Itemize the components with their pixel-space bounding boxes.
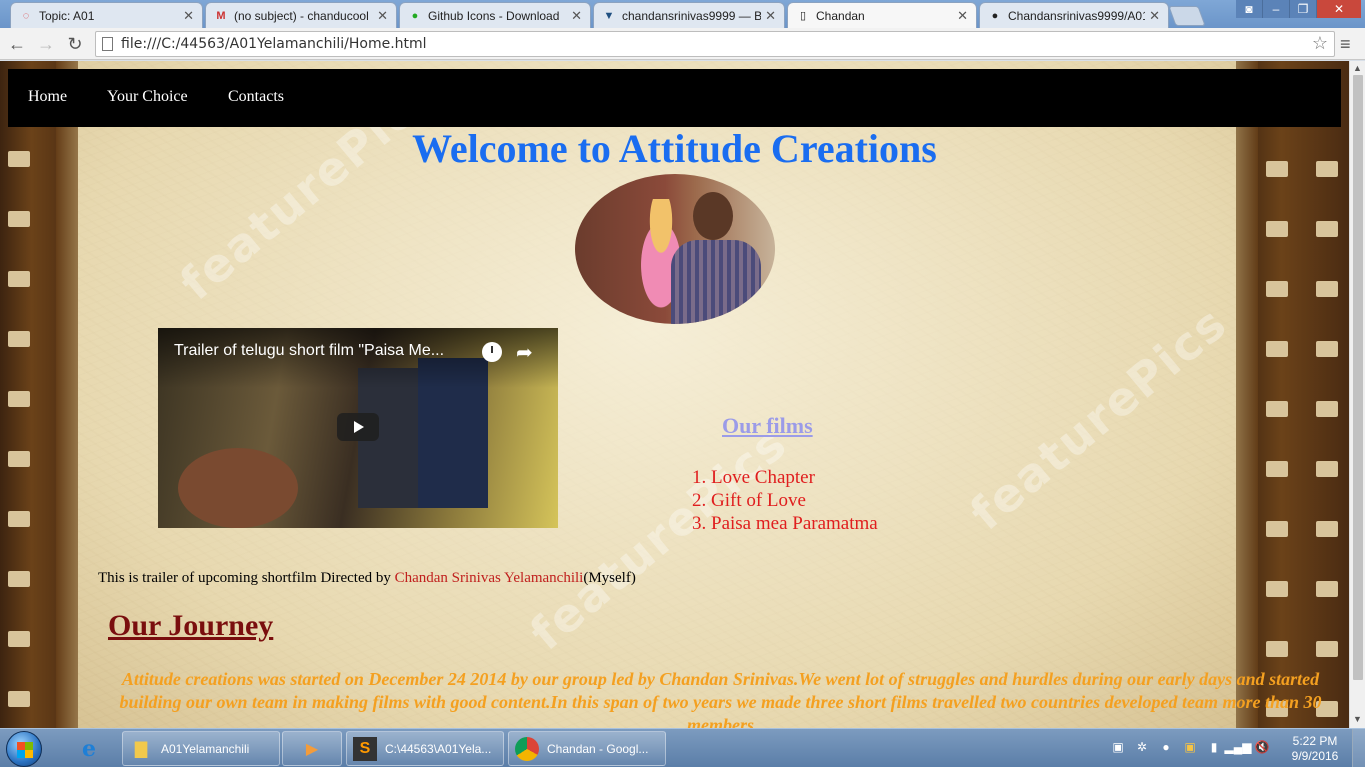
page-title: Welcome to Attitude Creations [412, 126, 937, 171]
file-icon [102, 37, 113, 51]
close-icon[interactable]: ✕ [377, 8, 388, 24]
back-icon[interactable]: ← [5, 32, 29, 56]
address-bar[interactable]: file:///C:/44563/A01Yelamanchili/Home.ht… [95, 31, 1335, 57]
profile-photo [575, 174, 775, 324]
battery-icon[interactable]: ▮ [1206, 739, 1222, 755]
media-player-icon: ▶ [305, 740, 319, 758]
trailer-caption: This is trailer of upcoming shortfilm Di… [98, 570, 636, 586]
windows-logo-icon [17, 742, 33, 758]
page-scrollbar[interactable]: ▲ ▼ [1349, 61, 1365, 728]
close-icon[interactable]: ✕ [957, 8, 968, 24]
window-close-button[interactable]: ✕ [1317, 0, 1361, 18]
journey-heading: Our Journey [108, 609, 274, 642]
tab-title: Chandan [816, 8, 865, 23]
nav-home[interactable]: Home [28, 88, 67, 106]
tab-title: Github Icons - Download [428, 8, 560, 23]
network-signal-icon[interactable]: ▂▄▆ [1225, 739, 1252, 755]
watch-later-icon[interactable] [482, 342, 502, 362]
tab-title: chandansrinivas9999 — B [622, 8, 762, 23]
list-item: 2. Gift of Love [692, 490, 806, 511]
tab-gmail[interactable]: M (no subject) - chanducool ✕ [205, 2, 397, 28]
internet-explorer-icon[interactable]: e [68, 732, 110, 766]
clock-date: 9/9/2016 [1291, 749, 1339, 763]
scroll-up-icon[interactable]: ▲ [1353, 63, 1362, 73]
play-button[interactable] [337, 413, 379, 441]
tray-app-icon[interactable]: ● [1158, 739, 1174, 755]
taskbar-button-sublime[interactable]: S C:\44563\A01Yela... [346, 731, 504, 766]
show-desktop-button[interactable] [1352, 729, 1365, 767]
tab-title: Chandansrinivas9999/A01 [1008, 8, 1146, 23]
sublime-text-icon: S [353, 736, 377, 761]
films-list: 1. Love Chapter 2. Gift of Love 3. Paisa… [692, 466, 878, 535]
clock-time: 5:22 PM [1292, 734, 1338, 748]
bookmark-star-icon[interactable]: ☆ [1312, 33, 1328, 54]
security-icon[interactable]: ▣ [1182, 739, 1198, 755]
list-item: 1. Love Chapter [692, 467, 815, 488]
menu-icon[interactable]: ≡ [1340, 34, 1351, 55]
gmail-icon: M [216, 9, 226, 22]
scroll-down-icon[interactable]: ▼ [1353, 714, 1362, 724]
tab-topic-a01[interactable]: ◌ Topic: A01 ✕ [10, 2, 203, 28]
youtube-video-embed[interactable]: Trailer of telugu short film "Paisa Me..… [158, 328, 558, 528]
maximize-button[interactable]: ❐ [1290, 0, 1317, 18]
close-icon[interactable]: ✕ [1149, 8, 1160, 24]
site-navbar: Home Your Choice Contacts [8, 69, 1341, 127]
system-tray: ▣ ✲ ● ▣ ▮ ▂▄▆ 🔇 [1110, 739, 1270, 755]
tab-github-icons[interactable]: ● Github Icons - Download ✕ [399, 2, 591, 28]
close-icon[interactable]: ✕ [765, 8, 776, 24]
volume-icon[interactable]: 🔇 [1254, 739, 1270, 755]
settings-gear-icon[interactable]: ✲ [1134, 739, 1150, 755]
list-item: 3. Paisa mea Paramatma [692, 513, 878, 534]
user-icon[interactable]: ◙ [1236, 0, 1263, 18]
taskbar-button-chrome[interactable]: Chandan - Googl... [508, 731, 666, 766]
bitbucket-icon: ▼ [603, 9, 615, 22]
chrome-icon [515, 736, 539, 761]
new-tab-button[interactable] [1168, 6, 1206, 26]
url-text[interactable]: file:///C:/44563/A01Yelamanchili/Home.ht… [121, 36, 427, 52]
taskbar-button-media-player[interactable]: ▶ [282, 731, 342, 766]
video-title[interactable]: Trailer of telugu short film "Paisa Me..… [174, 342, 444, 360]
taskbar-button-explorer[interactable]: ▇ A01Yelamanchili [122, 731, 280, 766]
window-controls: ◙ – ❐ ✕ [1236, 0, 1361, 18]
journey-text: Attitude creations was started on Decemb… [119, 669, 1322, 728]
forward-icon[interactable]: → [34, 32, 58, 56]
tab-github-repo[interactable]: ● Chandansrinivas9999/A01 ✕ [979, 2, 1169, 28]
page-icon: ▯ [799, 10, 807, 22]
share-icon[interactable]: ➦ [516, 340, 533, 365]
tab-bitbucket[interactable]: ▼ chandansrinivas9999 — B ✕ [593, 2, 785, 28]
minimize-button[interactable]: – [1263, 0, 1290, 18]
reload-icon[interactable]: ↻ [63, 32, 87, 56]
tab-chandan[interactable]: ▯ Chandan ✕ [787, 2, 977, 28]
tab-title: (no subject) - chanducool [234, 8, 369, 23]
nav-contacts[interactable]: Contacts [228, 88, 284, 106]
browser-toolbar: ← → ↻ file:///C:/44563/A01Yelamanchili/H… [0, 28, 1365, 60]
scrollbar-thumb[interactable] [1353, 75, 1363, 680]
tray-icon[interactable]: ▣ [1110, 739, 1126, 755]
github-icon: ● [991, 9, 999, 22]
tab-title: Topic: A01 [39, 8, 95, 23]
director-name: Chandan Srinivas Yelamanchili [394, 570, 584, 586]
github-icons-site-icon: ● [411, 9, 419, 22]
page-viewport: featurePics featurePics featurePics Home… [0, 61, 1349, 728]
start-button[interactable] [6, 731, 42, 767]
films-heading[interactable]: Our films [722, 413, 813, 439]
nav-your-choice[interactable]: Your Choice [107, 88, 188, 106]
browser-tab-strip: ◌ Topic: A01 ✕ M (no subject) - chanduco… [0, 0, 1365, 28]
taskbar-clock[interactable]: 5:22 PM 9/9/2016 [1286, 734, 1344, 764]
windows-taskbar: e ▇ A01Yelamanchili ▶ S C:\44563\A01Yela… [0, 728, 1365, 767]
topic-icon: ◌ [22, 9, 30, 22]
folder-icon: ▇ [134, 740, 148, 758]
close-icon[interactable]: ✕ [183, 8, 194, 24]
close-icon[interactable]: ✕ [571, 8, 582, 24]
